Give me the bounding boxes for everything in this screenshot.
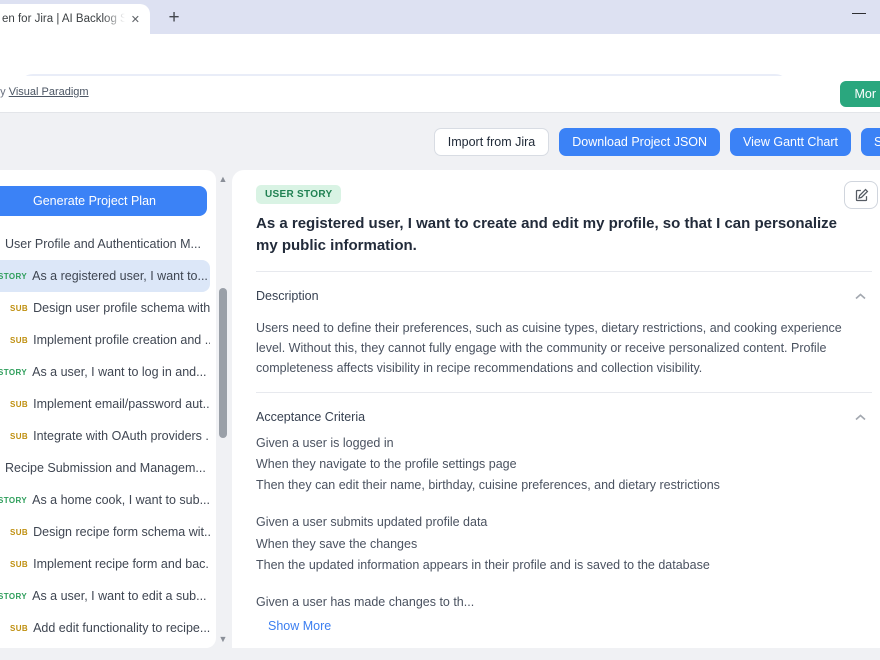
acceptance-line: Given a user submits updated profile dat…	[256, 514, 872, 530]
acceptance-section-header[interactable]: Acceptance Criteria	[256, 408, 872, 426]
download-project-json-button[interactable]: Download Project JSON	[559, 128, 720, 156]
action-bar: Import from Jira Download Project JSON V…	[0, 128, 880, 156]
more-button[interactable]: Mor	[840, 81, 880, 107]
tree-item-subtask[interactable]: SUB Implement email/password aut...	[0, 388, 210, 420]
sub-badge: SUB	[10, 336, 28, 345]
generate-project-plan-button[interactable]: Generate Project Plan	[0, 186, 207, 216]
tree-item-label: As a user, I want to log in and...	[32, 365, 206, 379]
tree-item-label: Integrate with OAuth providers ...	[33, 429, 210, 443]
edit-story-button[interactable]	[844, 181, 878, 209]
edit-pencil-icon	[854, 188, 869, 203]
user-story-chip: USER STORY	[256, 185, 341, 204]
tree-item-subtask[interactable]: SUB Implement recipe form and bac...	[0, 548, 210, 580]
acceptance-line: When they navigate to the profile settin…	[256, 456, 872, 472]
tree-item-subtask[interactable]: SUB Add edit functionality to recipe...	[0, 612, 210, 644]
story-badge: STORY	[0, 496, 27, 505]
tree-item-story[interactable]: STORY As a user, I want to edit a sub...	[0, 580, 210, 612]
app-header: by Visual Paradigm Mor	[0, 76, 880, 113]
tab-title: en for Jira | AI Backlog Stru	[2, 13, 125, 25]
tree-item-label: Design user profile schema with...	[33, 301, 210, 315]
sub-badge: SUB	[10, 624, 28, 633]
browser-toolbar: ai-toolbox.visual-paradigm.com/app/agili…	[0, 34, 880, 76]
tree-item-label: Recipe Submission and Managem...	[5, 461, 206, 475]
story-badge: STORY	[0, 368, 27, 377]
browser-tab-active[interactable]: en for Jira | AI Backlog Stru ✕	[0, 4, 150, 34]
tree-item-label: Design recipe form schema wit...	[33, 525, 210, 539]
acceptance-heading: Acceptance Criteria	[256, 410, 365, 424]
tree-item-label: Implement profile creation and ...	[33, 333, 210, 347]
story-title: As a registered user, I want to create a…	[256, 213, 838, 257]
scroll-down-icon[interactable]: ▼	[216, 632, 230, 646]
spacer	[256, 573, 872, 589]
backlog-sidebar: Generate Project Plan User Profile and A…	[0, 170, 216, 648]
sub-badge: SUB	[10, 400, 28, 409]
tree-item-label: Add edit functionality to recipe...	[33, 621, 210, 635]
show-more-link[interactable]: Show More	[268, 619, 331, 633]
tree-item-epic[interactable]: Recipe Submission and Managem...	[0, 452, 210, 484]
story-badge: STORY	[0, 592, 27, 601]
tree-item-label: As a home cook, I want to sub...	[32, 493, 210, 507]
byline-prefix: by	[0, 86, 9, 98]
sub-badge: SUB	[10, 304, 28, 313]
description-heading: Description	[256, 289, 319, 303]
view-gantt-chart-button[interactable]: View Gantt Chart	[730, 128, 851, 156]
byline: by Visual Paradigm	[0, 86, 89, 98]
tree-item-subtask[interactable]: SUB Design user profile schema with...	[0, 292, 210, 324]
tree-item-story[interactable]: STORY As a user, I want to log in and...	[0, 356, 210, 388]
acceptance-line: Then they can edit their name, birthday,…	[256, 477, 872, 493]
divider	[256, 271, 872, 272]
acceptance-line-truncated: Given a user has made changes to th...	[256, 594, 872, 610]
tree-item-subtask[interactable]: SUB Implement profile creation and ...	[0, 324, 210, 356]
tree-item-label: User Profile and Authentication M...	[5, 237, 201, 251]
scrollbar-thumb[interactable]	[219, 288, 227, 438]
window-minimize-button[interactable]: —	[852, 4, 866, 20]
sub-badge: SUB	[10, 560, 28, 569]
divider	[256, 392, 872, 393]
tab-close-icon[interactable]: ✕	[129, 11, 142, 28]
tree-item-epic[interactable]: User Profile and Authentication M...	[0, 228, 210, 260]
spacer	[256, 493, 872, 509]
tree-item-label: As a registered user, I want to...	[32, 269, 208, 283]
description-section-header[interactable]: Description	[256, 287, 872, 305]
tree-item-subtask[interactable]: SUB Integrate with OAuth providers ...	[0, 420, 210, 452]
acceptance-line: Then the updated information appears in …	[256, 557, 872, 573]
sub-badge: SUB	[10, 432, 28, 441]
acceptance-line: When they save the changes	[256, 536, 872, 552]
browser-tabstrip: en for Jira | AI Backlog Stru ✕ + —	[0, 0, 880, 34]
story-detail-panel: USER STORY As a registered user, I want …	[232, 170, 880, 648]
tree-item-label: Implement email/password aut...	[33, 397, 210, 411]
visual-paradigm-link[interactable]: Visual Paradigm	[9, 86, 89, 98]
tree-item-subtask[interactable]: SUB Design recipe form schema wit...	[0, 516, 210, 548]
story-badge: STORY	[0, 272, 27, 281]
acceptance-line: Given a user is logged in	[256, 435, 872, 451]
backlog-tree: User Profile and Authentication M... STO…	[0, 228, 216, 644]
tree-item-label: As a user, I want to edit a sub...	[32, 589, 206, 603]
tree-item-story-selected[interactable]: STORY As a registered user, I want to...	[0, 260, 210, 292]
sidebar-scrollbar[interactable]: ▲ ▼	[216, 170, 230, 648]
sub-badge: SUB	[10, 528, 28, 537]
tree-item-story[interactable]: STORY As a home cook, I want to sub...	[0, 484, 210, 516]
scroll-up-icon[interactable]: ▲	[216, 172, 230, 186]
tree-item-label: Implement recipe form and bac...	[33, 557, 210, 571]
acceptance-body: Given a user is logged in When they navi…	[256, 435, 872, 636]
chevron-up-icon[interactable]	[855, 408, 866, 426]
import-from-jira-button[interactable]: Import from Jira	[434, 128, 550, 156]
new-tab-button[interactable]: +	[162, 6, 186, 30]
chevron-up-icon[interactable]	[855, 287, 866, 305]
cutoff-button[interactable]: S	[861, 128, 880, 156]
description-body: Users need to define their preferences, …	[256, 318, 872, 378]
